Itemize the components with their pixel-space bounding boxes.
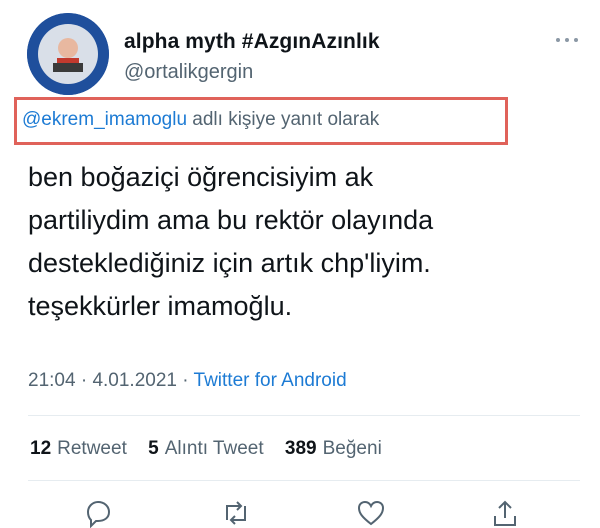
more-dot: [565, 38, 569, 42]
quotes-count: 5: [148, 438, 159, 459]
meta-separator: ·: [75, 370, 93, 391]
more-icon[interactable]: [552, 30, 582, 50]
tweet-text-line: ben boğaziçi öğrencisiyim ak: [28, 162, 374, 192]
retweets-stat[interactable]: 12 Retweet: [30, 438, 127, 459]
quotes-label: Alıntı Tweet: [164, 438, 264, 459]
share-icon[interactable]: [490, 498, 520, 528]
reply-to-label: adlı kişiye yanıt olarak: [187, 109, 380, 130]
likes-count: 389: [284, 438, 317, 459]
divider: [28, 415, 580, 416]
user-handle[interactable]: @ortalikgergin: [124, 61, 253, 84]
avatar[interactable]: [27, 13, 109, 95]
retweets-count: 12: [30, 438, 52, 459]
tweet-text-line: desteklediğiniz için artık chp'liyim.: [28, 248, 431, 278]
likes-label: Beğeni: [322, 438, 382, 459]
tweet-time[interactable]: 21:04: [28, 370, 76, 391]
tweet-text-line: partiliydim ama bu rektör olayında: [28, 205, 434, 235]
display-name[interactable]: alpha myth #AzgınAzınlık: [124, 30, 380, 54]
tweet-card: alpha myth #AzgınAzınlık @ortalikgergin …: [0, 0, 600, 528]
more-dot: [574, 38, 578, 42]
likes-stat[interactable]: 389 Beğeni: [285, 438, 382, 459]
quotes-stat[interactable]: 5 Alıntı Tweet: [148, 438, 264, 459]
retweet-icon[interactable]: [221, 498, 251, 528]
meta-separator: ·: [176, 370, 194, 391]
reply-icon[interactable]: [83, 498, 113, 528]
tweet-source-link[interactable]: Twitter for Android: [194, 370, 347, 391]
tweet-date[interactable]: 4.01.2021: [92, 370, 177, 391]
tweet-text: ben boğaziçi öğrencisiyim ak partiliydim…: [28, 156, 588, 328]
more-dot: [556, 38, 560, 42]
avatar-image: [27, 13, 109, 95]
tweet-meta: 21:04 · 4.01.2021 · Twitter for Android: [28, 370, 347, 392]
tweet-stats: 12 Retweet 5 Alıntı Tweet 389 Beğeni: [30, 438, 398, 460]
reply-mention-link[interactable]: @ekrem_imamoglu: [22, 109, 187, 130]
divider: [28, 480, 580, 481]
action-bar: [0, 498, 600, 528]
reply-to-line: @ekrem_imamoglu adlı kişiye yanıt olarak: [22, 109, 379, 131]
heart-icon[interactable]: [356, 498, 386, 528]
retweets-label: Retweet: [57, 438, 127, 459]
tweet-text-line: teşekkürler imamoğlu.: [28, 291, 293, 321]
